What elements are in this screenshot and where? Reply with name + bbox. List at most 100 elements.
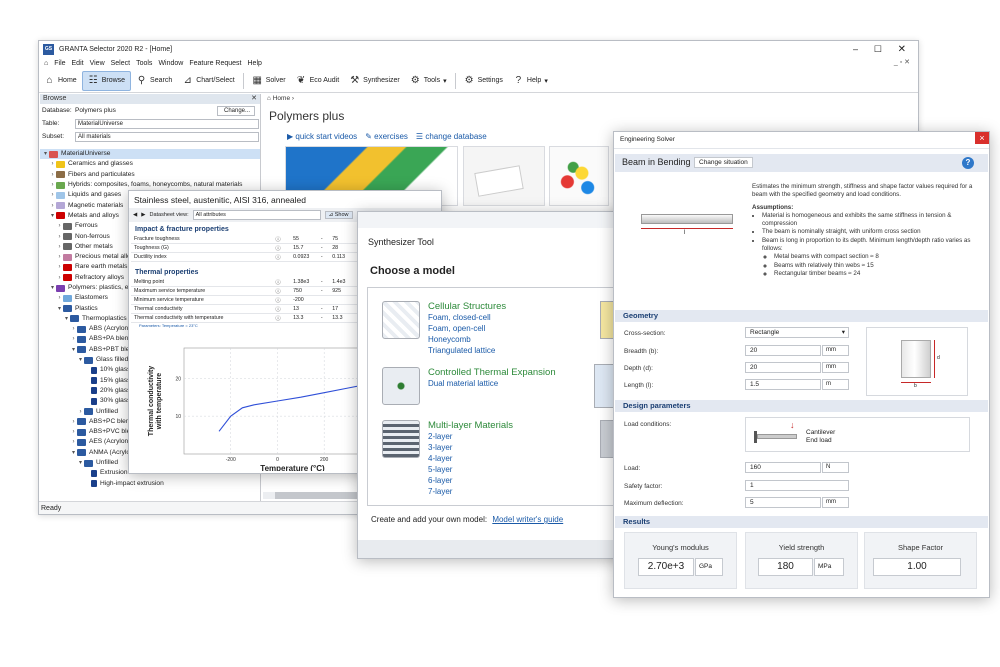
view-select[interactable]: All attributes bbox=[192, 210, 321, 220]
help-icon[interactable]: ? bbox=[962, 157, 974, 169]
help-button[interactable]: ? Help ▾ bbox=[508, 71, 553, 91]
menu-feature-request[interactable]: Feature Request bbox=[189, 60, 241, 67]
chevron-right-icon[interactable]: › bbox=[77, 407, 84, 417]
model-option-link[interactable]: 3-layer bbox=[428, 442, 513, 453]
yield-unit-select[interactable]: MPa bbox=[814, 558, 844, 576]
depth-input[interactable]: 20 bbox=[745, 362, 821, 373]
property-row[interactable]: Ductility index ⓘ 0.0923-0.113 bbox=[131, 252, 357, 262]
property-row[interactable]: Melting point ⓘ 1.38e3-1.4e3 bbox=[131, 278, 357, 287]
property-row[interactable]: Toughness (G) ⓘ 15.7-28 bbox=[131, 243, 357, 253]
synthesizer-button[interactable]: ⚒ Synthesizer bbox=[344, 71, 405, 91]
model-option-link[interactable]: Triangulated lattice bbox=[428, 345, 506, 356]
model-thermal[interactable]: Controlled Thermal Expansion Dual materia… bbox=[382, 367, 556, 405]
chevron-right-icon[interactable]: › bbox=[49, 190, 56, 200]
chevron-down-icon[interactable]: ▾ bbox=[77, 458, 84, 468]
chevron-down-icon[interactable]: ▾ bbox=[56, 304, 63, 314]
tree-item[interactable]: › Fibers and particulates bbox=[40, 170, 260, 180]
table-select[interactable]: MaterialUniverse bbox=[75, 118, 259, 129]
videos-link[interactable]: ▶ quick start videos bbox=[287, 132, 357, 141]
exercises-link[interactable]: ✎ exercises bbox=[365, 132, 408, 141]
property-row[interactable]: Fracture toughness ⓘ 55-75 bbox=[131, 235, 357, 244]
load-condition-box[interactable]: ↓ Cantilever End load bbox=[745, 417, 970, 452]
show-button[interactable]: ⊿ Show bbox=[324, 211, 353, 219]
chevron-right-icon[interactable]: › bbox=[56, 273, 63, 283]
safety-factor-input[interactable]: 1 bbox=[745, 480, 849, 491]
close-icon[interactable]: ✕ bbox=[898, 44, 906, 55]
mdi-controls[interactable]: _ ▫ ✕ bbox=[894, 58, 910, 66]
chevron-right-icon[interactable]: › bbox=[70, 417, 77, 427]
close-panel-icon[interactable]: ✕ bbox=[251, 94, 257, 104]
change-db-link[interactable]: ☰ change database bbox=[416, 132, 487, 141]
chevron-right-icon[interactable]: › bbox=[70, 334, 77, 344]
model-option-link[interactable]: 4-layer bbox=[428, 453, 513, 464]
deflection-unit-select[interactable]: mm bbox=[822, 497, 849, 508]
chevron-down-icon[interactable]: ▾ bbox=[49, 283, 56, 293]
change-situation-button[interactable]: Change situation bbox=[694, 157, 753, 168]
menu-select[interactable]: Select bbox=[111, 60, 130, 67]
model-option-link[interactable]: 7-layer bbox=[428, 486, 513, 497]
chevron-down-icon[interactable]: ▾ bbox=[63, 314, 70, 324]
minimize-icon[interactable]: – bbox=[853, 44, 858, 54]
cross-section-select[interactable]: Rectangle ▾ bbox=[745, 327, 849, 338]
search-button[interactable]: ⚲ Search bbox=[131, 71, 177, 91]
chevron-right-icon[interactable]: › bbox=[49, 170, 56, 180]
model-option-link[interactable]: Honeycomb bbox=[428, 334, 506, 345]
solver-button[interactable]: ▦ Solver bbox=[247, 71, 291, 91]
tree-item[interactable]: › Hybrids: composites, foams, honeycombs,… bbox=[40, 180, 260, 190]
property-row[interactable]: Maximum service temperature ⓘ 750-925 bbox=[131, 286, 357, 296]
chevron-right-icon[interactable]: › bbox=[56, 262, 63, 272]
menu-help[interactable]: Help bbox=[248, 60, 262, 67]
chart-select-button[interactable]: ⊿ Chart/Select bbox=[177, 71, 240, 91]
tree-item[interactable]: ▾ MaterialUniverse bbox=[40, 149, 260, 160]
menu-tools[interactable]: Tools bbox=[136, 60, 152, 67]
chevron-right-icon[interactable]: › bbox=[70, 324, 77, 334]
depth-unit-select[interactable]: mm bbox=[822, 362, 849, 373]
home-small-icon[interactable]: ⌂ bbox=[44, 60, 48, 67]
model-cellular[interactable]: Cellular Structures Foam, closed-cell Foam… bbox=[382, 301, 506, 356]
menu-edit[interactable]: Edit bbox=[72, 60, 84, 67]
chevron-down-icon[interactable]: ▾ bbox=[42, 149, 49, 159]
tree-item[interactable]: High-impact extrusion bbox=[40, 479, 260, 489]
chevron-right-icon[interactable]: › bbox=[56, 252, 63, 262]
close-button[interactable]: × bbox=[975, 132, 989, 144]
chevron-down-icon[interactable]: ▾ bbox=[77, 355, 84, 365]
deflection-input[interactable]: 5 bbox=[745, 497, 821, 508]
tree-item[interactable]: › Ceramics and glasses bbox=[40, 159, 260, 169]
property-row[interactable]: Thermal conductivity ⓘ 13-17 bbox=[131, 304, 357, 314]
menu-window[interactable]: Window bbox=[158, 60, 183, 67]
chevron-right-icon[interactable]: › bbox=[70, 437, 77, 447]
model-option-link[interactable]: 6-layer bbox=[428, 475, 513, 486]
breadth-input[interactable]: 20 bbox=[745, 345, 821, 356]
back-icon[interactable]: ◀ bbox=[133, 212, 137, 218]
chevron-down-icon[interactable]: ▾ bbox=[49, 211, 56, 221]
length-unit-select[interactable]: m bbox=[822, 379, 849, 390]
menu-view[interactable]: View bbox=[90, 60, 105, 67]
browse-button[interactable]: ☷ Browse bbox=[81, 70, 132, 91]
chevron-right-icon[interactable]: › bbox=[70, 427, 77, 437]
chevron-right-icon[interactable]: › bbox=[49, 180, 56, 190]
menu-file[interactable]: File bbox=[54, 60, 65, 67]
model-option-link[interactable]: Foam, closed-cell bbox=[428, 312, 506, 323]
length-input[interactable]: 1.5 bbox=[745, 379, 821, 390]
chevron-right-icon[interactable]: › bbox=[56, 232, 63, 242]
tile-3[interactable] bbox=[549, 146, 609, 206]
model-option-link[interactable]: 5-layer bbox=[428, 464, 513, 475]
chevron-right-icon[interactable]: › bbox=[49, 201, 56, 211]
chevron-right-icon[interactable]: › bbox=[56, 293, 63, 303]
load-unit-select[interactable]: N bbox=[822, 462, 849, 473]
chevron-down-icon[interactable]: ▾ bbox=[70, 345, 77, 355]
chevron-down-icon[interactable]: ▾ bbox=[70, 448, 77, 458]
parameters-note[interactable]: Parameters: Temperature = 23°C bbox=[131, 323, 357, 328]
tile-2[interactable] bbox=[463, 146, 545, 206]
property-row[interactable]: Minimum service temperature ⓘ -200 bbox=[131, 295, 357, 305]
chevron-right-icon[interactable]: › bbox=[56, 242, 63, 252]
home-button[interactable]: ⌂ Home bbox=[39, 71, 82, 91]
youngs-unit-select[interactable]: GPa bbox=[695, 558, 723, 576]
subset-select[interactable]: All materials bbox=[75, 131, 259, 142]
model-option-link[interactable]: Dual material lattice bbox=[428, 378, 556, 389]
chevron-right-icon[interactable]: › bbox=[49, 159, 56, 169]
chevron-right-icon[interactable]: › bbox=[56, 221, 63, 231]
model-option-link[interactable]: 2-layer bbox=[428, 431, 513, 442]
load-input[interactable]: 160 bbox=[745, 462, 821, 473]
maximize-icon[interactable]: ☐ bbox=[874, 44, 882, 55]
